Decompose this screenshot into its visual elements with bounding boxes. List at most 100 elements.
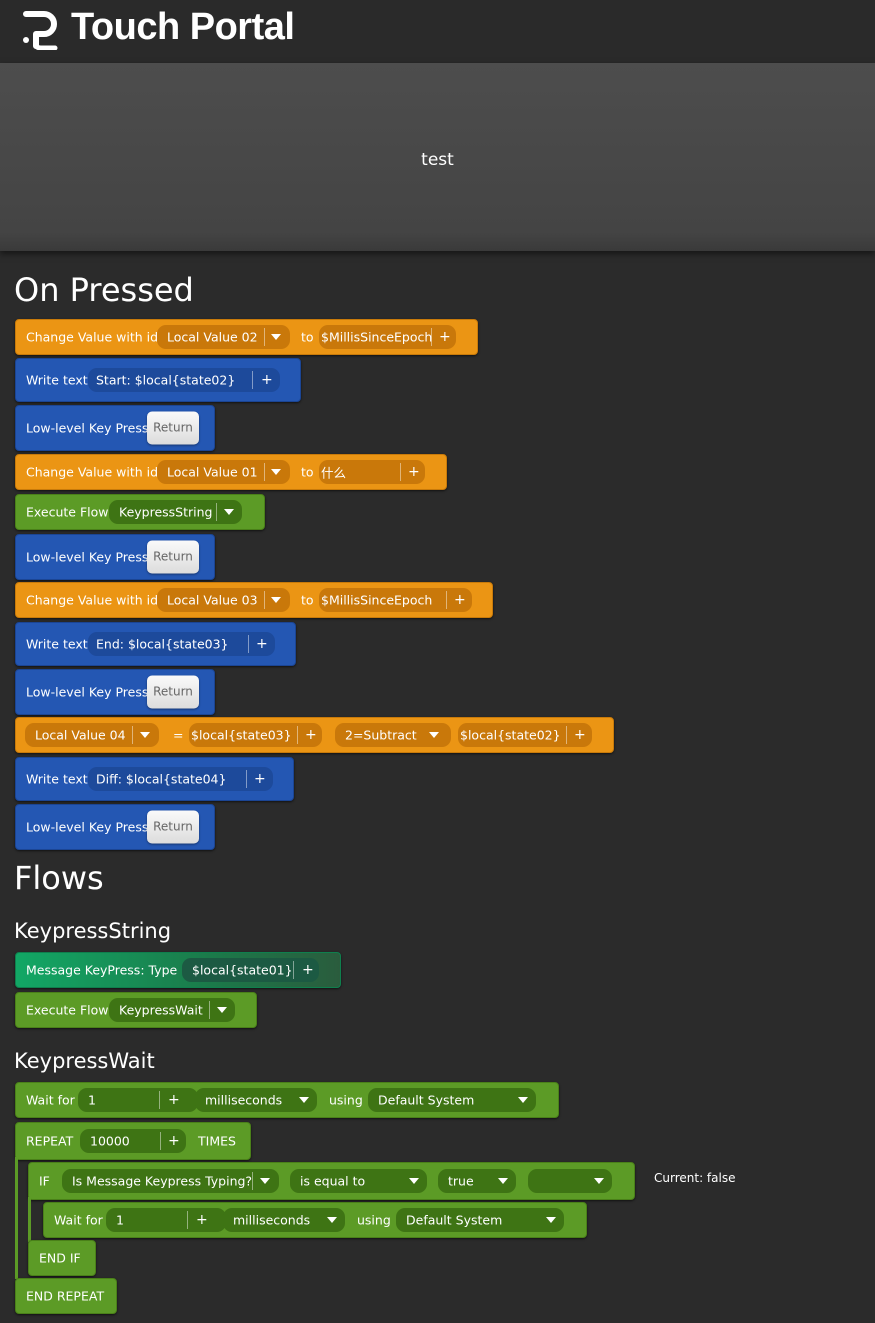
value-select-text: Local Value 01 xyxy=(167,464,258,480)
unit-select-text: milliseconds xyxy=(205,1092,283,1108)
action-label: Write text xyxy=(26,771,88,787)
action-write-text[interactable]: Write text End: $local{state03} + xyxy=(15,622,296,666)
operation-select[interactable]: 2=Subtract xyxy=(335,723,451,747)
action-label: Low-level Key Press xyxy=(26,420,149,436)
action-message-keypress[interactable]: Message KeyPress: Type $local{state01} + xyxy=(15,952,341,988)
action-change-value[interactable]: Change Value with id Local Value 01 to 什… xyxy=(15,454,447,490)
add-plus-icon[interactable]: + xyxy=(261,372,273,388)
key-button[interactable]: Return xyxy=(147,411,199,445)
repeat-count-input[interactable]: 10000 + xyxy=(80,1129,186,1153)
add-plus-icon[interactable]: + xyxy=(305,727,317,743)
key-button[interactable]: Return xyxy=(147,540,199,574)
value-select[interactable]: true xyxy=(438,1169,516,1193)
action-execute-flow[interactable]: Execute Flow KeypressWait xyxy=(15,992,257,1028)
add-plus-icon[interactable]: + xyxy=(574,727,586,743)
unit-select[interactable]: milliseconds xyxy=(195,1088,317,1112)
key-button[interactable]: Return xyxy=(147,810,199,844)
add-plus-icon[interactable]: + xyxy=(196,1212,208,1228)
end-if-label: END IF xyxy=(39,1250,81,1266)
action-label: Message KeyPress: Type xyxy=(26,962,178,978)
system-select[interactable]: Default System xyxy=(396,1208,564,1232)
add-plus-icon[interactable]: + xyxy=(439,329,451,345)
expression-input[interactable]: $MillisSinceEpoch + xyxy=(319,325,456,349)
text-input[interactable]: Start: $local{state02} + xyxy=(88,368,280,392)
end-repeat-block[interactable]: END REPEAT xyxy=(15,1278,117,1314)
system-select-text: Default System xyxy=(378,1092,475,1108)
value-select[interactable]: Local Value 03 xyxy=(157,588,290,612)
text-input[interactable]: Diff: $local{state04} + xyxy=(88,767,273,791)
button-preview[interactable]: test xyxy=(0,63,875,251)
app-title: Touch Portal xyxy=(71,6,295,48)
end-if-block[interactable]: END IF xyxy=(28,1240,96,1276)
value-select-text: Local Value 04 xyxy=(35,727,126,743)
add-plus-icon[interactable]: + xyxy=(168,1133,180,1149)
add-plus-icon[interactable]: + xyxy=(254,771,266,787)
compare-select-text: is equal to xyxy=(300,1173,366,1189)
dropdown-caret-icon xyxy=(498,1178,508,1184)
duration-input[interactable]: 1 + xyxy=(106,1208,226,1232)
action-label: Change Value with id xyxy=(26,329,159,345)
text-input-value: Diff: $local{state04} xyxy=(96,771,227,787)
action-label: Change Value with id xyxy=(26,592,159,608)
if-body-bar xyxy=(28,1197,31,1242)
action-label: Execute Flow xyxy=(26,1002,109,1018)
key-button[interactable]: Return xyxy=(147,675,199,709)
action-key-press[interactable]: Low-level Key Press Return xyxy=(15,804,215,850)
add-plus-icon[interactable]: + xyxy=(168,1092,180,1108)
dropdown-caret-icon xyxy=(429,732,439,738)
compare-select[interactable]: is equal to xyxy=(290,1169,427,1193)
value-select[interactable]: Local Value 02 xyxy=(157,325,290,349)
flow-select-text: KeypressWait xyxy=(119,1002,203,1018)
action-write-text[interactable]: Write text Start: $local{state02} + xyxy=(15,358,301,402)
repeat-count-value: 10000 xyxy=(90,1133,130,1149)
right-operand-input[interactable]: $local{state02} + xyxy=(458,723,592,747)
left-operand-input[interactable]: $local{state03} + xyxy=(189,723,322,747)
dropdown-caret-icon xyxy=(594,1178,604,1184)
repeat-block[interactable]: REPEAT 10000 + TIMES xyxy=(15,1122,251,1160)
preview-label: test xyxy=(421,150,454,170)
condition-select-text: Is Message Keypress Typing? xyxy=(72,1173,253,1189)
action-execute-flow[interactable]: Execute Flow KeypressString xyxy=(15,494,265,530)
to-label: to xyxy=(301,592,314,608)
section-title-flows: Flows xyxy=(14,859,104,897)
action-wait-for[interactable]: Wait for 1 + milliseconds using Default … xyxy=(43,1202,587,1238)
expression-input[interactable]: 什么 + xyxy=(319,460,425,484)
dropdown-caret-icon xyxy=(409,1178,419,1184)
value-select[interactable]: Local Value 04 xyxy=(25,723,159,747)
action-key-press[interactable]: Low-level Key Press Return xyxy=(15,669,215,715)
duration-value: 1 xyxy=(116,1212,124,1228)
duration-input[interactable]: 1 + xyxy=(78,1088,198,1112)
if-label: IF xyxy=(39,1173,50,1189)
flow-select[interactable]: KeypressString xyxy=(109,500,242,524)
extra-select[interactable] xyxy=(528,1169,612,1193)
text-input[interactable]: End: $local{state03} + xyxy=(88,632,275,656)
add-plus-icon[interactable]: + xyxy=(408,464,420,480)
dropdown-caret-icon xyxy=(271,334,281,340)
flow-select[interactable]: KeypressWait xyxy=(109,998,235,1022)
action-label: Wait for xyxy=(26,1092,75,1108)
action-key-press[interactable]: Low-level Key Press Return xyxy=(15,534,215,580)
expression-text: $MillisSinceEpoch xyxy=(321,329,433,345)
action-label: Low-level Key Press xyxy=(26,819,149,835)
action-change-value[interactable]: Change Value with id Local Value 02 to $… xyxy=(15,319,478,355)
action-change-value[interactable]: Change Value with id Local Value 03 to $… xyxy=(15,582,493,618)
condition-select[interactable]: Is Message Keypress Typing? xyxy=(62,1169,279,1193)
action-label: Change Value with id xyxy=(26,464,159,480)
dropdown-caret-icon xyxy=(224,509,234,515)
add-plus-icon[interactable]: + xyxy=(302,962,314,978)
expression-input[interactable]: $MillisSinceEpoch + xyxy=(319,588,472,612)
action-wait-for[interactable]: Wait for 1 + milliseconds using Default … xyxy=(15,1082,559,1118)
action-math-operation[interactable]: Local Value 04 = $local{state03} + 2=Sub… xyxy=(15,717,614,753)
text-input[interactable]: $local{state01} + xyxy=(182,958,319,982)
action-write-text[interactable]: Write text Diff: $local{state04} + xyxy=(15,757,294,801)
add-plus-icon[interactable]: + xyxy=(454,592,466,608)
text-input-value: $local{state01} xyxy=(192,962,293,978)
unit-select[interactable]: milliseconds xyxy=(223,1208,345,1232)
add-plus-icon[interactable]: + xyxy=(256,636,268,652)
value-select[interactable]: Local Value 01 xyxy=(157,460,290,484)
dropdown-caret-icon xyxy=(546,1217,556,1223)
equals-label: = xyxy=(173,727,184,743)
if-block[interactable]: IF Is Message Keypress Typing? is equal … xyxy=(28,1162,635,1200)
action-key-press[interactable]: Low-level Key Press Return xyxy=(15,405,215,451)
system-select[interactable]: Default System xyxy=(368,1088,536,1112)
